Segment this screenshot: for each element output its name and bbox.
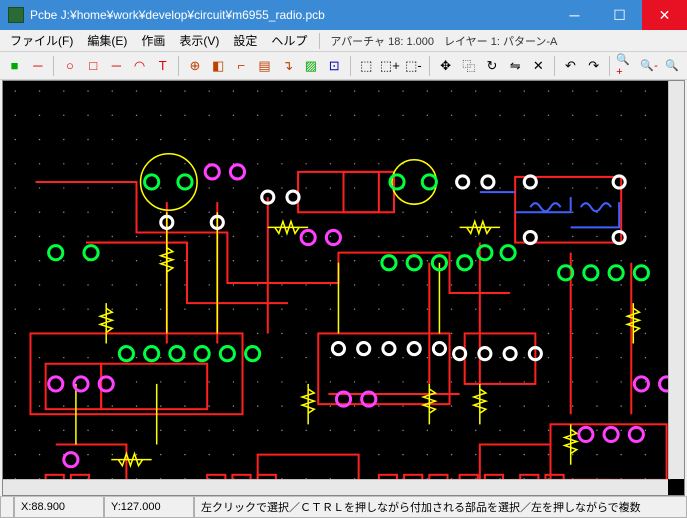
- zoom-fit-button[interactable]: 🔍: [662, 55, 683, 77]
- circle-tool[interactable]: ○: [59, 55, 80, 77]
- maximize-button[interactable]: ☐: [597, 0, 642, 30]
- horizontal-scrollbar[interactable]: [3, 479, 668, 495]
- window-controls: ─ ☐ ✕: [552, 0, 687, 30]
- move-tool[interactable]: ✥: [435, 55, 456, 77]
- copy-tool[interactable]: ⿻: [458, 55, 479, 77]
- vertical-scrollbar[interactable]: [668, 81, 684, 479]
- layer-info[interactable]: レイヤー 1: パターン-A: [440, 33, 561, 49]
- delete-tool[interactable]: ✕: [528, 55, 549, 77]
- polyline-tool[interactable]: ⌐: [231, 55, 252, 77]
- pcb-canvas[interactable]: [3, 81, 684, 495]
- arc-tool[interactable]: ◠: [129, 55, 150, 77]
- menu-bar: ファイル(F) 編集(E) 作画 表示(V) 設定 ヘルプ アパーチャ 18: …: [0, 30, 687, 52]
- zoom-in-button[interactable]: 🔍+: [615, 55, 636, 77]
- title-bar: Pcbe J:¥home¥work¥develop¥circuit¥m6955_…: [0, 0, 687, 30]
- redo-button[interactable]: ↷: [583, 55, 604, 77]
- toolbar: ■ ─ ○ □ ─ ◠ T ⊕ ◧ ⌐ ▤ ↴ ▨ ⊡ ⬚ ⬚+ ⬚- ✥ ⿻ …: [0, 52, 687, 80]
- hatch-tool[interactable]: ▨: [300, 55, 321, 77]
- menu-draw[interactable]: 作画: [135, 30, 171, 51]
- layer-line-button[interactable]: ─: [27, 55, 48, 77]
- flash-tool[interactable]: ⊡: [324, 55, 345, 77]
- eraser-tool[interactable]: ◧: [208, 55, 229, 77]
- route-tool[interactable]: ↴: [277, 55, 298, 77]
- select-sub-tool[interactable]: ⬚-: [403, 55, 424, 77]
- window-title: Pcbe J:¥home¥work¥develop¥circuit¥m6955_…: [30, 8, 325, 22]
- text-tool[interactable]: T: [152, 55, 173, 77]
- zoom-out-button[interactable]: 🔍-: [638, 55, 659, 77]
- undo-button[interactable]: ↶: [560, 55, 581, 77]
- status-grip: [0, 497, 14, 518]
- menu-settings[interactable]: 設定: [227, 30, 263, 51]
- menu-view[interactable]: 表示(V): [173, 30, 225, 51]
- line-tool[interactable]: ─: [106, 55, 127, 77]
- layer-toggle-button[interactable]: ■: [4, 55, 25, 77]
- pcb-canvas-wrap: [2, 80, 685, 496]
- aperture-info[interactable]: アパーチャ 18: 1.000: [326, 33, 438, 49]
- status-bar: X:88.900 Y:127.000 左クリックで選択／ＣＴＲＬを押しながら付加…: [0, 496, 687, 518]
- status-hint: 左クリックで選択／ＣＴＲＬを押しながら付加される部品を選択／左を押しながらで複数: [194, 497, 687, 518]
- rect-tool[interactable]: □: [83, 55, 104, 77]
- menu-help[interactable]: ヘルプ: [265, 30, 313, 51]
- status-x: X:88.900: [14, 497, 104, 518]
- fill-tool[interactable]: ▤: [254, 55, 275, 77]
- select-add-tool[interactable]: ⬚+: [379, 55, 401, 77]
- minimize-button[interactable]: ─: [552, 0, 597, 30]
- select-rect-tool[interactable]: ⬚: [356, 55, 377, 77]
- mirror-tool[interactable]: ⇋: [505, 55, 526, 77]
- status-y: Y:127.000: [104, 497, 194, 518]
- pad-tool[interactable]: ⊕: [184, 55, 205, 77]
- menu-file[interactable]: ファイル(F): [4, 30, 79, 51]
- close-button[interactable]: ✕: [642, 0, 687, 30]
- menu-edit[interactable]: 編集(E): [81, 30, 133, 51]
- rotate-tool[interactable]: ↻: [481, 55, 502, 77]
- app-icon: [8, 7, 24, 23]
